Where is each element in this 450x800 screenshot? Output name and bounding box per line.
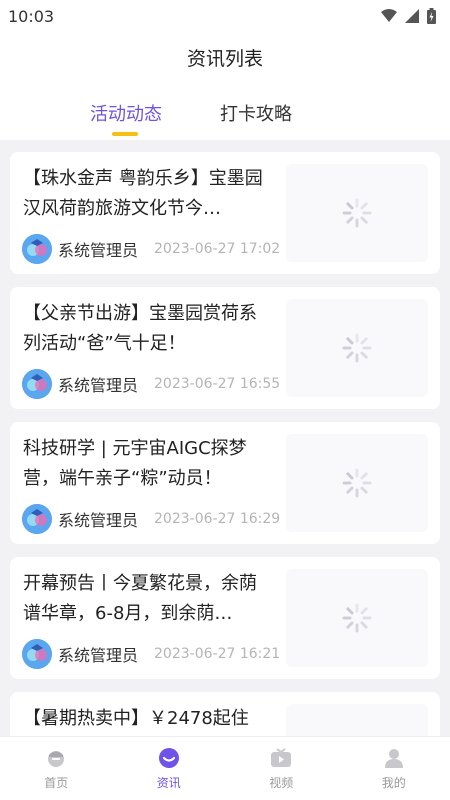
article-meta: 系统管理员 2023-06-27 17:02 <box>22 234 280 264</box>
author-name: 系统管理员 <box>58 241 139 260</box>
video-icon <box>269 746 293 770</box>
publish-date: 2023-06-27 16:21 <box>154 646 281 662</box>
article-thumbnail <box>286 704 428 736</box>
signal-icon <box>405 9 419 23</box>
article-meta: 系统管理员 2023-06-27 16:55 <box>22 369 280 399</box>
tabbar-item-news[interactable]: 资讯 <box>113 737 226 800</box>
loading-spinner-icon <box>342 468 372 498</box>
status-bar: 10:03 <box>0 0 450 32</box>
tab-activity-news[interactable]: 活动动态 <box>90 100 162 126</box>
status-icons <box>381 8 436 24</box>
news-icon <box>157 746 181 770</box>
publish-date: 2023-06-27 17:02 <box>154 241 281 257</box>
wifi-icon <box>381 9 397 22</box>
loading-spinner-icon <box>342 198 372 228</box>
author-avatar <box>22 234 52 264</box>
article-meta: 系统管理员 2023-06-27 16:21 <box>22 639 280 669</box>
author-avatar <box>22 369 52 399</box>
tabbar-item-video[interactable]: 视频 <box>225 737 338 800</box>
author-avatar <box>22 504 52 534</box>
tabbar-label: 资讯 <box>156 776 181 790</box>
article-title: 科技研学 | 元宇宙AIGC探梦营，端午亲子“粽”动员！ <box>23 438 247 489</box>
profile-icon <box>382 746 406 770</box>
tabbar-label: 视频 <box>269 776 294 790</box>
loading-spinner-icon <box>342 333 372 363</box>
tabbar-label: 首页 <box>44 776 69 790</box>
article-title: 【珠水金声 粤韵乐乡】宝墨园汉风荷韵旅游文化节今… <box>23 168 263 219</box>
battery-icon <box>427 8 436 24</box>
loading-spinner-icon <box>342 603 372 633</box>
publish-date: 2023-06-27 16:55 <box>154 376 281 392</box>
article-thumbnail <box>286 299 428 397</box>
author-name: 系统管理员 <box>58 376 139 395</box>
author-name: 系统管理员 <box>58 646 139 665</box>
tabbar-item-home[interactable]: 首页 <box>0 737 113 800</box>
publish-date: 2023-06-27 16:29 <box>154 511 281 527</box>
author-name: 系统管理员 <box>58 511 139 530</box>
tabbar-item-profile[interactable]: 我的 <box>338 737 450 800</box>
article-thumbnail <box>286 164 428 262</box>
article-card[interactable]: 【珠水金声 粤韵乐乡】宝墨园汉风荷韵旅游文化节今… 系统管理员 2023-06-… <box>10 152 440 274</box>
home-icon <box>44 746 68 770</box>
article-title: 【暑期热卖中】￥2478起住 <box>23 708 249 729</box>
article-thumbnail <box>286 434 428 532</box>
article-card[interactable]: 【暑期热卖中】￥2478起住 <box>10 692 440 736</box>
article-meta: 系统管理员 2023-06-27 16:29 <box>22 504 280 534</box>
article-list[interactable]: 【珠水金声 粤韵乐乡】宝墨园汉风荷韵旅游文化节今… 系统管理员 2023-06-… <box>0 140 450 736</box>
article-thumbnail <box>286 569 428 667</box>
article-card[interactable]: 【父亲节出游】宝墨园赏荷系列活动“爸”气十足！ 系统管理员 2023-06-27… <box>10 287 440 409</box>
article-card[interactable]: 科技研学 | 元宇宙AIGC探梦营，端午亲子“粽”动员！ 系统管理员 2023-… <box>10 422 440 544</box>
article-card[interactable]: 开幕预告丨今夏繁花景，余荫谱华章，6-8月，到余荫… 系统管理员 2023-06… <box>10 557 440 679</box>
tab-bar: 活动动态 打卡攻略 <box>0 82 450 140</box>
article-title: 【父亲节出游】宝墨园赏荷系列活动“爸”气十足！ <box>23 303 257 354</box>
tab-checkin-guide[interactable]: 打卡攻略 <box>220 100 292 126</box>
tabbar-label: 我的 <box>381 776 406 790</box>
bottom-tab-bar: 首页 资讯 视频 我的 <box>0 736 450 800</box>
active-tab-indicator <box>112 132 138 136</box>
status-time: 10:03 <box>8 6 55 26</box>
page-title: 资讯列表 <box>0 32 450 82</box>
author-avatar <box>22 639 52 669</box>
article-title: 开幕预告丨今夏繁花景，余荫谱华章，6-8月，到余荫… <box>23 573 257 624</box>
